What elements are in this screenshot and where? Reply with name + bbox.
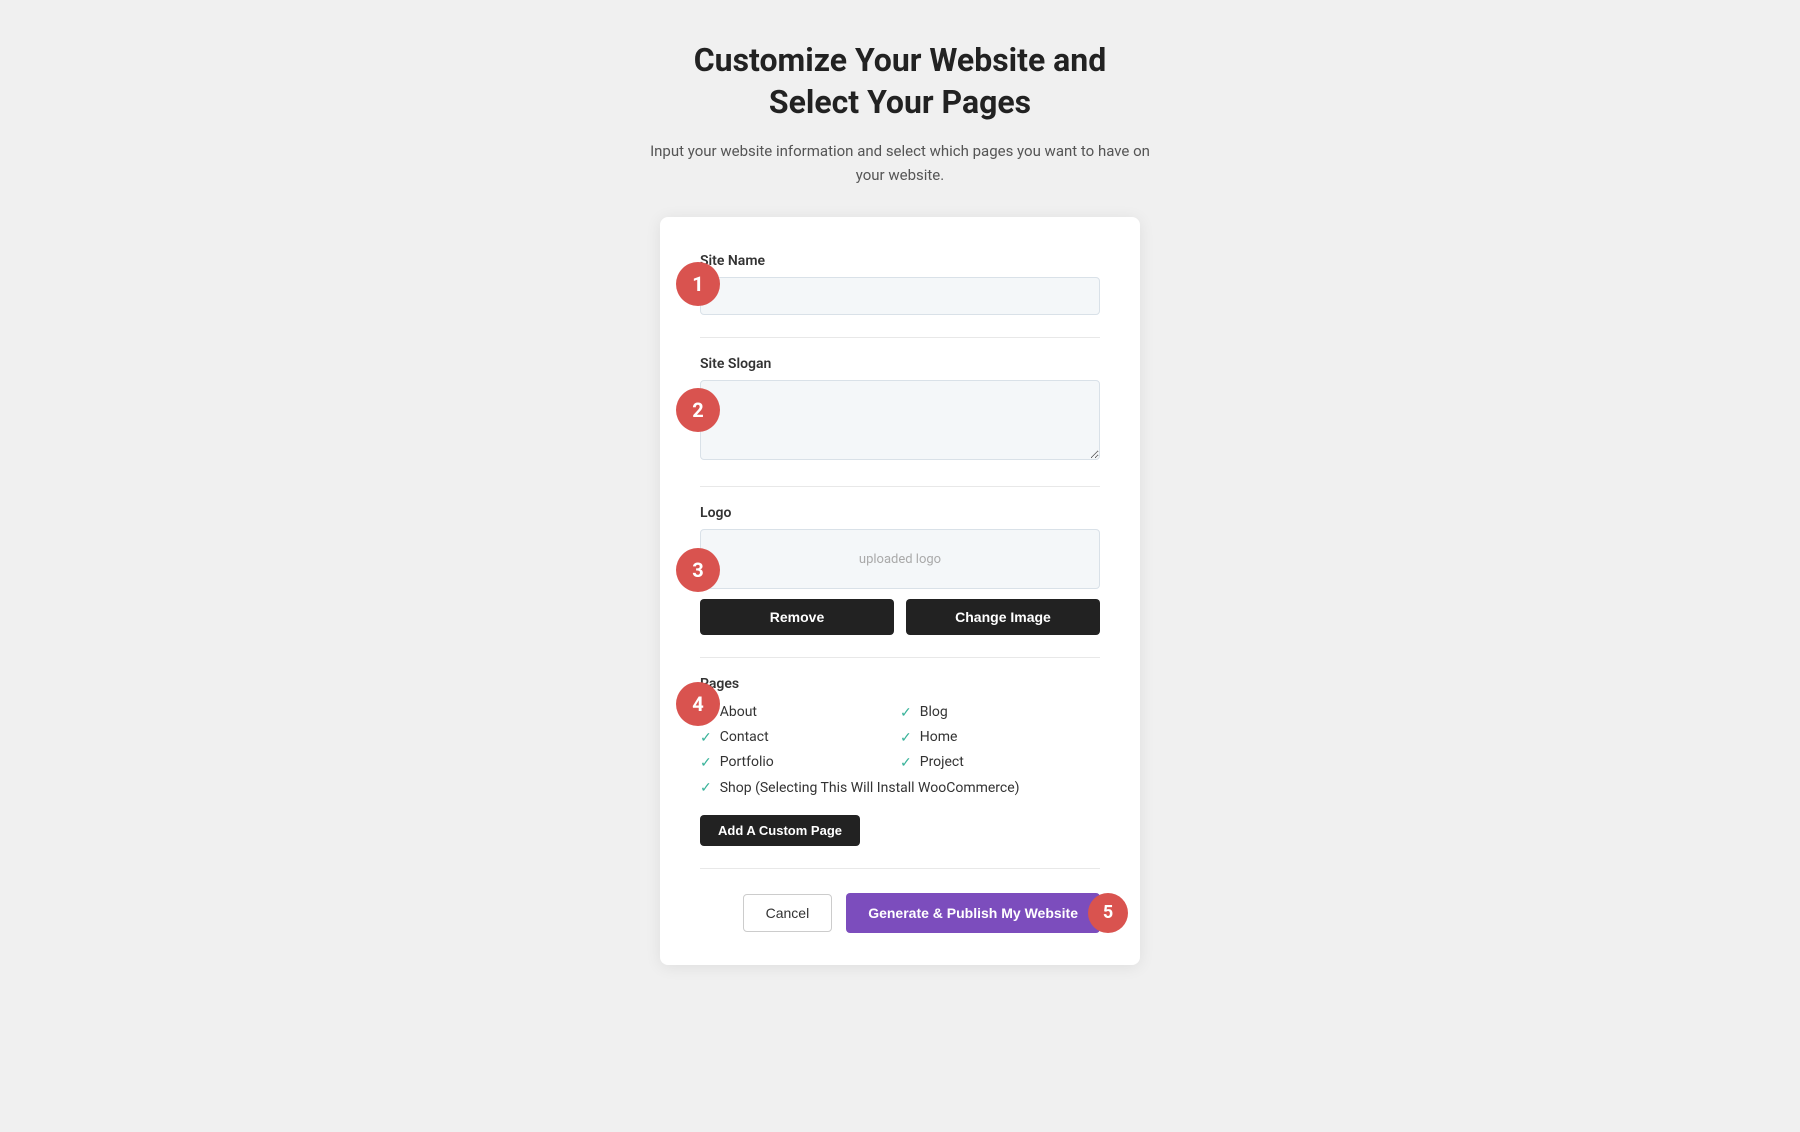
step-badge-3: 3 bbox=[676, 548, 720, 592]
page-name-portfolio: Portfolio bbox=[720, 754, 774, 770]
check-icon-home: ✓ bbox=[900, 730, 912, 746]
page-item-shop[interactable]: ✓ Shop (Selecting This Will Install WooC… bbox=[700, 779, 1100, 799]
logo-label: Logo bbox=[700, 505, 1100, 521]
publish-button[interactable]: Generate & Publish My Website bbox=[846, 893, 1100, 933]
change-image-button[interactable]: Change Image bbox=[906, 599, 1100, 635]
add-custom-page-button[interactable]: Add A Custom Page bbox=[700, 815, 860, 846]
divider-3 bbox=[700, 657, 1100, 658]
pages-grid: ✓ About ✓ Blog ✓ Contact ✓ Home ✓ Portfo… bbox=[700, 704, 1100, 771]
main-card: 1 Site Name 2 Site Slogan 3 Logo uploade… bbox=[660, 217, 1140, 965]
page-name-project: Project bbox=[920, 754, 964, 770]
step-badge-2: 2 bbox=[676, 388, 720, 432]
pages-label: Pages bbox=[700, 676, 1100, 692]
page-item-portfolio[interactable]: ✓ Portfolio bbox=[700, 754, 900, 771]
page-item-contact[interactable]: ✓ Contact bbox=[700, 729, 900, 746]
pages-section: 4 Pages ✓ About ✓ Blog ✓ Contact ✓ Home bbox=[700, 676, 1100, 846]
logo-preview-text: uploaded logo bbox=[859, 552, 941, 567]
divider-1 bbox=[700, 337, 1100, 338]
page-title: Customize Your Website and Select Your P… bbox=[650, 40, 1150, 123]
page-item-project[interactable]: ✓ Project bbox=[900, 754, 1100, 771]
page-name-about: About bbox=[720, 704, 757, 720]
logo-preview: uploaded logo bbox=[700, 529, 1100, 589]
page-name-home: Home bbox=[920, 729, 958, 745]
step-badge-5: 5 bbox=[1088, 893, 1128, 933]
site-name-group: 1 Site Name bbox=[700, 253, 1100, 315]
site-name-input[interactable] bbox=[700, 277, 1100, 315]
page-item-about[interactable]: ✓ About bbox=[700, 704, 900, 721]
page-item-blog[interactable]: ✓ Blog bbox=[900, 704, 1100, 721]
site-slogan-input[interactable] bbox=[700, 380, 1100, 460]
cancel-button[interactable]: Cancel bbox=[743, 894, 833, 932]
page-item-home[interactable]: ✓ Home bbox=[900, 729, 1100, 746]
page-subtitle: Input your website information and selec… bbox=[650, 139, 1150, 187]
check-icon-shop: ✓ bbox=[700, 780, 712, 796]
remove-button[interactable]: Remove bbox=[700, 599, 894, 635]
check-icon-blog: ✓ bbox=[900, 705, 912, 721]
page-name-contact: Contact bbox=[720, 729, 769, 745]
step-badge-1: 1 bbox=[676, 262, 720, 306]
site-slogan-label: Site Slogan bbox=[700, 356, 1100, 372]
divider-4 bbox=[700, 868, 1100, 869]
logo-buttons: Remove Change Image bbox=[700, 599, 1100, 635]
check-icon-project: ✓ bbox=[900, 755, 912, 771]
site-slogan-group: 2 Site Slogan bbox=[700, 356, 1100, 464]
divider-2 bbox=[700, 486, 1100, 487]
check-icon-contact: ✓ bbox=[700, 730, 712, 746]
page-name-shop: Shop (Selecting This Will Install WooCom… bbox=[720, 779, 1020, 799]
check-icon-portfolio: ✓ bbox=[700, 755, 712, 771]
logo-group: 3 Logo uploaded logo Remove Change Image bbox=[700, 505, 1100, 635]
page-name-blog: Blog bbox=[920, 704, 948, 720]
page-header: Customize Your Website and Select Your P… bbox=[650, 40, 1150, 187]
card-footer: Cancel Generate & Publish My Website 5 bbox=[700, 893, 1100, 933]
step-badge-4: 4 bbox=[676, 682, 720, 726]
site-name-label: Site Name bbox=[700, 253, 1100, 269]
